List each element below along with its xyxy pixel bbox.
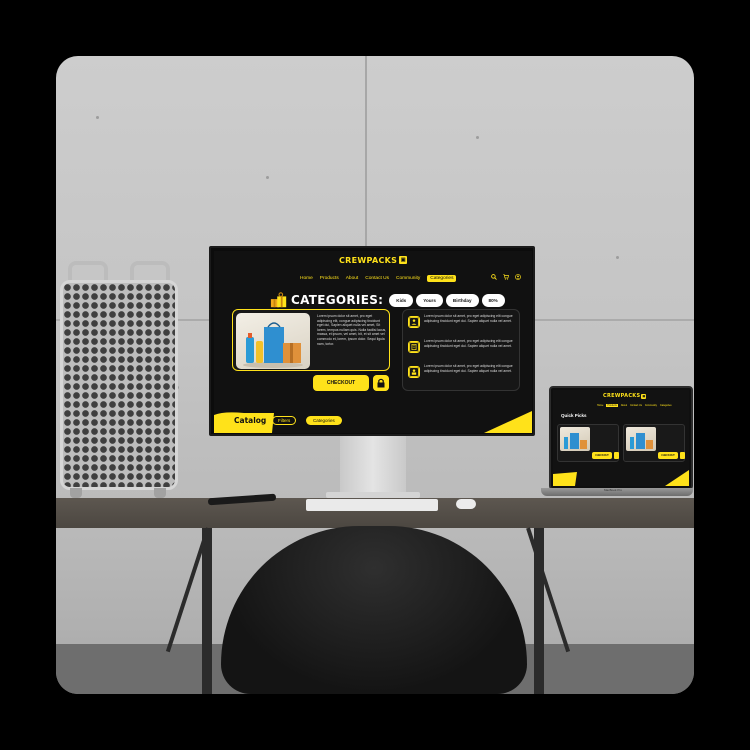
brand-badge: ▣	[641, 393, 647, 399]
product-card[interactable]: Lorem ipsum dolor sit amet, pro eget adi…	[232, 309, 390, 371]
laptop-section-title: Quick Picks	[561, 413, 587, 418]
category-pill-discount[interactable]: 80%	[481, 293, 505, 307]
laptop-nav-item[interactable]: Categories	[660, 404, 672, 407]
info-item: Lorem ipsum dolor sit amet, pro eget adi…	[408, 339, 518, 359]
info-item-text: Lorem ipsum dolor sit amet, pro eget adi…	[424, 339, 513, 348]
tower-handle	[130, 261, 170, 281]
tower-foot	[70, 488, 82, 498]
laptop-product-image	[626, 427, 656, 451]
gift-boxes-icon	[270, 292, 287, 308]
info-item: Lorem ipsum dolor sit amet, pro eget adi…	[408, 364, 518, 384]
mouse	[456, 499, 476, 509]
lock-icon[interactable]	[614, 452, 619, 459]
filters-button[interactable]: Filters	[272, 416, 297, 425]
categories-title: CATEGORIES:	[291, 293, 384, 307]
brand-badge: ▣	[399, 256, 408, 264]
desk-leg	[202, 528, 212, 694]
monitor-screen: CREWPACKS ▣ Home Products About Contact …	[214, 251, 532, 433]
categories-row: CATEGORIES: Kids Yours Birthday 80%	[270, 291, 508, 309]
wall-speck	[266, 176, 269, 179]
desk-brace	[526, 527, 571, 653]
laptop-product-card[interactable]: CHECKOUT	[557, 424, 619, 462]
laptop-nav-item[interactable]: Contact Us	[630, 404, 642, 407]
info-item-text: Lorem ipsum dolor sit amet, pro eget adi…	[424, 314, 513, 323]
main-monitor: CREWPACKS ▣ Home Products About Contact …	[209, 246, 535, 436]
nav-item-community[interactable]: Community	[396, 276, 420, 281]
category-pill-yours[interactable]: Yours	[416, 293, 443, 307]
laptop-product-card[interactable]: CHECKOUT	[623, 424, 685, 462]
category-pill-birthday[interactable]: Birthday	[445, 293, 479, 307]
brand-name: CREWPACKS	[339, 255, 398, 265]
catalog-bar: Catalog Filters Categories	[214, 409, 532, 433]
tower-foot	[154, 488, 166, 498]
categories-button[interactable]: Categories	[306, 416, 342, 425]
cart-icon[interactable]	[503, 274, 509, 280]
wall-speck	[476, 136, 479, 139]
laptop-checkout-button[interactable]: CHECKOUT	[592, 452, 612, 459]
wall-speck	[616, 256, 619, 259]
top-nav: Home Products About Contact Us Community…	[300, 275, 457, 282]
product-illustration	[630, 433, 653, 449]
desk-scene: CREWPACKS ▣ Home Products About Contact …	[56, 56, 694, 694]
product-illustration	[243, 322, 303, 368]
brand-logo[interactable]: CREWPACKS ▣	[339, 255, 408, 265]
nav-icons	[491, 274, 521, 280]
nav-item-products[interactable]: Products	[320, 276, 339, 281]
laptop-brand-text: MacBook Pro	[604, 488, 623, 492]
brand-name: CREWPACKS	[603, 393, 641, 399]
product-description: Lorem ipsum dolor sit amet, pro eget adi…	[317, 314, 387, 346]
user-icon[interactable]	[515, 274, 521, 280]
laptop-nav: Home Products About Contact Us Community…	[597, 404, 672, 407]
laptop-nav-item[interactable]: About	[621, 404, 627, 407]
document-icon	[408, 341, 420, 353]
product-image	[236, 313, 310, 369]
tower-handle	[68, 261, 108, 281]
laptop-nav-item[interactable]: Home	[597, 404, 603, 407]
wall-speck	[96, 116, 99, 119]
info-panel: Lorem ipsum dolor sit amet, pro eget adi…	[402, 309, 520, 391]
laptop-checkout-button[interactable]: CHECKOUT	[658, 452, 678, 459]
office-chair	[221, 526, 527, 694]
product-illustration	[564, 433, 587, 449]
info-item: Lorem ipsum dolor sit amet, pro eget adi…	[408, 314, 518, 334]
lock-icon[interactable]	[373, 375, 389, 391]
laptop-product-image	[560, 427, 590, 451]
category-pill-kids[interactable]: Kids	[389, 293, 414, 307]
laptop-nav-item[interactable]: Community	[645, 404, 657, 407]
lock-icon[interactable]	[680, 452, 685, 459]
nav-item-home[interactable]: Home	[300, 276, 313, 281]
keyboard	[306, 499, 438, 511]
laptop-screen: CREWPACKS ▣ Home Products About Contact …	[553, 390, 689, 486]
mac-pro-tower	[60, 280, 178, 490]
checkout-button[interactable]: CHECKOUT	[313, 375, 369, 391]
laptop-stripe	[553, 470, 689, 486]
catalog-title: Catalog	[234, 416, 267, 425]
nav-item-contact[interactable]: Contact Us	[365, 276, 389, 281]
person-icon	[408, 316, 420, 328]
search-icon[interactable]	[491, 274, 497, 280]
delivery-icon	[408, 366, 420, 378]
monitor-stand	[340, 434, 406, 496]
nav-item-categories[interactable]: Categories	[427, 275, 457, 282]
laptop-nav-item[interactable]: Products	[606, 404, 618, 407]
monitor-stand-foot	[326, 492, 420, 498]
laptop: CREWPACKS ▣ Home Products About Contact …	[549, 386, 693, 490]
info-item-text: Lorem ipsum dolor sit amet, pro eget adi…	[424, 364, 513, 373]
nav-item-about[interactable]: About	[346, 276, 359, 281]
laptop-brand-logo[interactable]: CREWPACKS ▣	[603, 393, 647, 399]
